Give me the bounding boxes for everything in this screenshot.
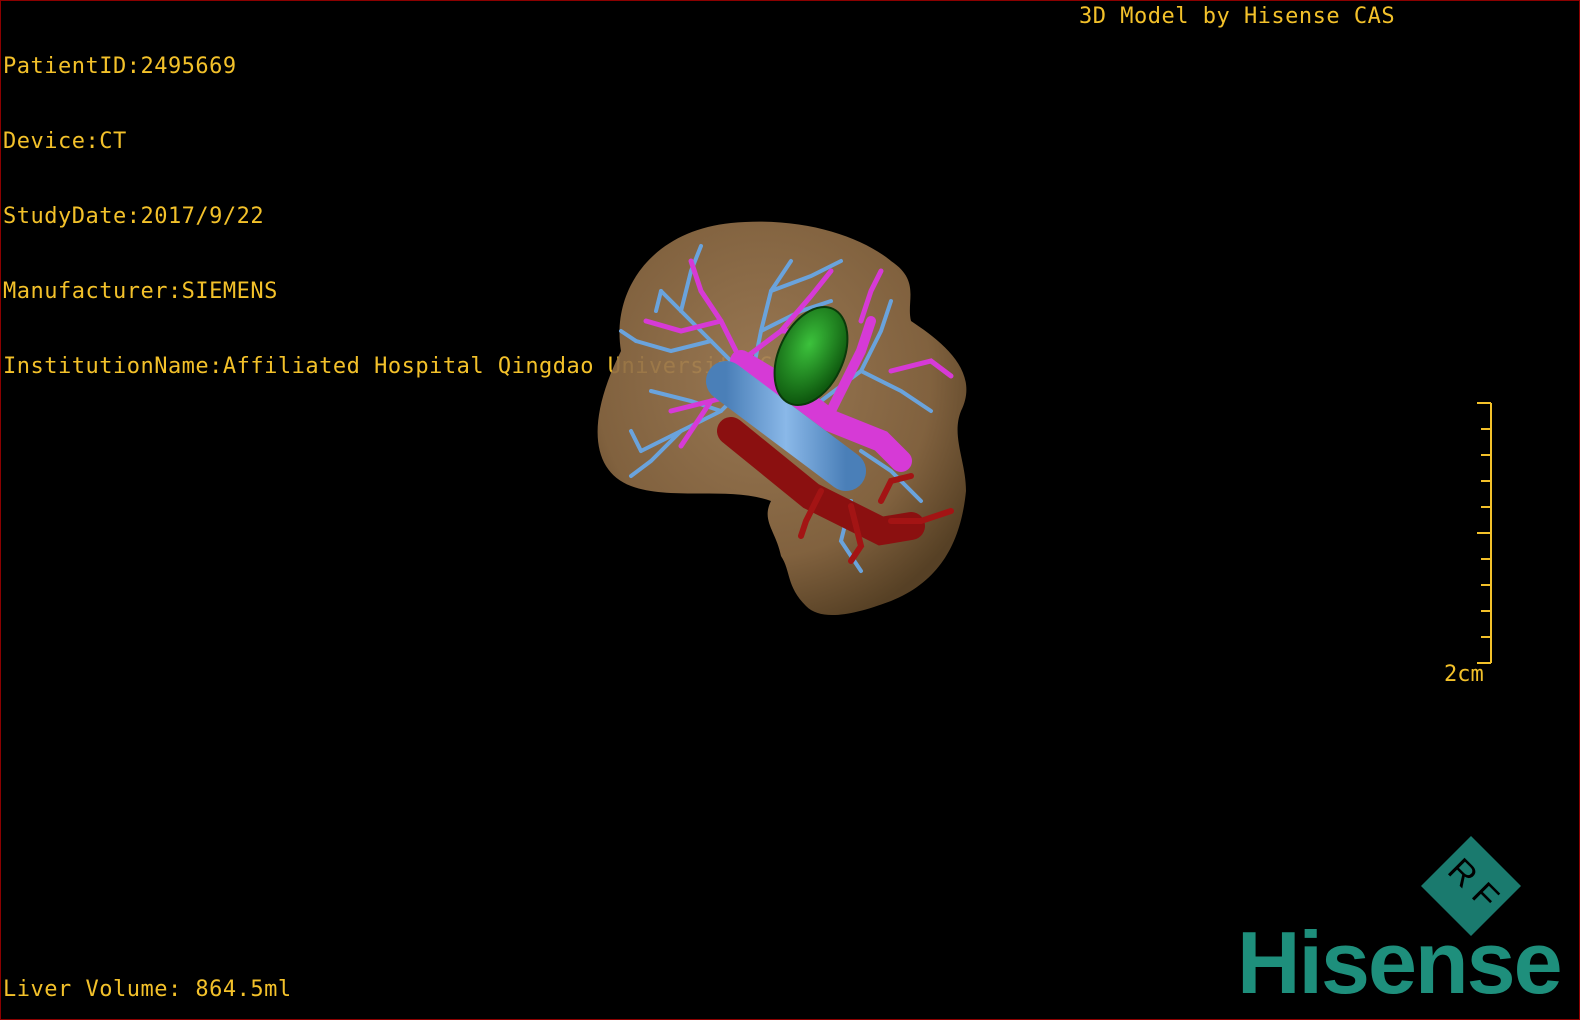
device-label: Device:CT	[3, 129, 127, 154]
liver-3d-model[interactable]	[561, 201, 1001, 641]
scale-ruler-icon	[1477, 402, 1492, 664]
model-credit-label: 3D Model by Hisense CAS	[1079, 4, 1396, 29]
scale-label: 2cm	[1444, 662, 1484, 687]
hisense-logo: Hisense	[1237, 913, 1563, 1012]
patient-id-label: PatientID:2495669	[3, 54, 237, 79]
liver-volume-label: Liver Volume: 864.5ml	[3, 977, 292, 1002]
3d-viewport[interactable]: PatientID:2495669 Device:CT StudyDate:20…	[0, 0, 1580, 1020]
